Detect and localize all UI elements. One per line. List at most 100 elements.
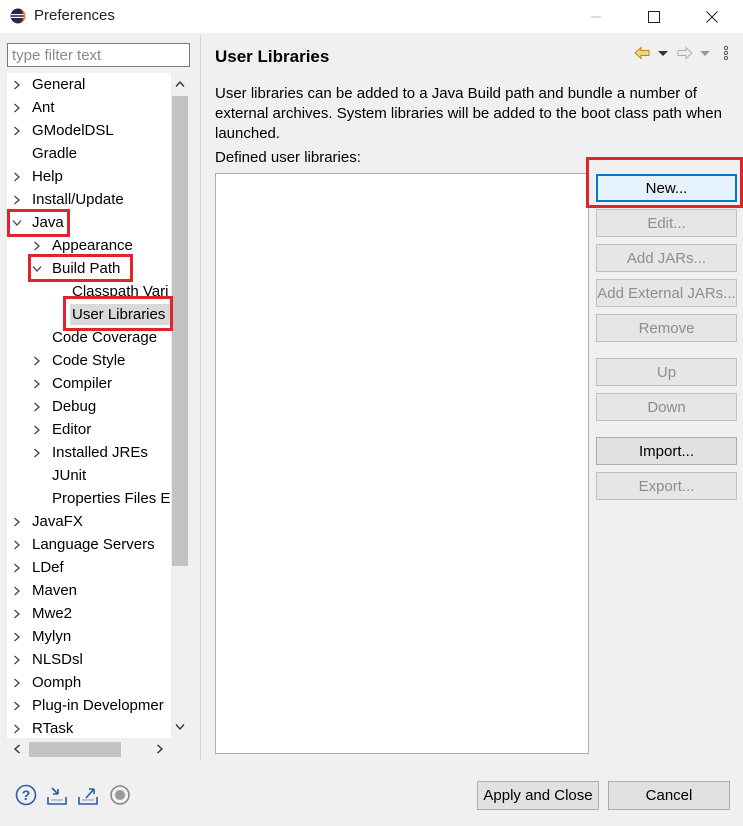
forward-arrow-icon[interactable] [676,44,694,62]
chevron-right-icon[interactable] [10,510,24,533]
export-button[interactable]: Export... [596,472,737,500]
chevron-down-icon[interactable] [30,257,44,280]
scroll-down-button[interactable] [171,716,189,738]
tree-item-label: Properties Files Ec [52,490,171,507]
chevron-right-icon[interactable] [10,648,24,671]
down-button[interactable]: Down [596,393,737,421]
tree-item-label: RTask [32,720,74,737]
tree-item[interactable]: Code Style [7,349,171,372]
scroll-up-button[interactable] [171,73,189,95]
tree-item[interactable]: Code Coverage [7,326,171,349]
tree-item[interactable]: Language Servers [7,533,171,556]
close-button[interactable] [689,0,735,33]
chevron-right-icon[interactable] [10,694,24,717]
tree-item[interactable]: Java [7,211,171,234]
chevron-right-icon[interactable] [10,165,24,188]
new-button[interactable]: New... [596,174,737,202]
import-preferences-icon[interactable] [46,784,68,806]
user-libraries-list[interactable] [215,173,589,754]
help-icon[interactable]: ? [15,784,37,806]
tree-item[interactable]: Ant [7,96,171,119]
vertical-scroll-thumb[interactable] [172,96,188,566]
tree-item[interactable]: General [7,73,171,96]
tree-item[interactable]: Install/Update [7,188,171,211]
chevron-right-icon[interactable] [10,602,24,625]
back-menu-dropdown-icon[interactable] [656,44,670,62]
chevron-right-icon[interactable] [30,441,44,464]
tree-item[interactable]: LDef [7,556,171,579]
record-icon[interactable] [109,784,131,806]
chevron-right-icon[interactable] [10,119,24,142]
tree-item[interactable]: GModelDSL [7,119,171,142]
filter-input[interactable] [7,43,190,67]
tree-item[interactable]: Maven [7,579,171,602]
chevron-right-icon[interactable] [10,533,24,556]
tree-item-label: Maven [32,582,78,599]
chevron-right-icon[interactable] [30,418,44,441]
chevron-right-icon[interactable] [10,625,24,648]
tree-item-label: Compiler [52,375,113,392]
edit-button[interactable]: Edit... [596,209,737,237]
chevron-right-icon[interactable] [10,671,24,694]
tree-item[interactable]: Classpath Vari [7,280,171,303]
tree-item[interactable]: RTask [7,717,171,738]
chevron-right-icon[interactable] [30,395,44,418]
pane-divider[interactable] [200,35,201,760]
horizontal-scroll-thumb[interactable] [29,742,121,757]
view-menu-icon[interactable] [719,44,733,62]
tree-item[interactable]: Editor [7,418,171,441]
tree-item[interactable]: NLSDsl [7,648,171,671]
preference-tree[interactable]: General Ant GModelDSL Gradle Help Install/Upd… [7,73,171,738]
add-external-jars-button[interactable]: Add External JARs... [596,279,737,307]
chevron-right-icon[interactable] [10,556,24,579]
chevron-right-icon[interactable] [10,96,24,119]
scroll-right-button[interactable] [150,738,170,760]
remove-button[interactable]: Remove [596,314,737,342]
tree-item-label: Gradle [32,145,78,162]
tree-item[interactable]: Appearance [7,234,171,257]
tree-item[interactable]: Debug [7,395,171,418]
svg-text:?: ? [22,787,31,803]
tree-item-label: Build Path [52,260,121,277]
tree-item[interactable]: Oomph [7,671,171,694]
tree-item[interactable]: Gradle [7,142,171,165]
tree-item-label: Installed JREs [52,444,148,461]
tree-item-label: General [32,76,86,93]
scroll-left-button[interactable] [7,738,27,760]
chevron-down-icon[interactable] [10,211,24,234]
chevron-right-icon[interactable] [10,579,24,602]
cancel-button[interactable]: Cancel [608,781,730,810]
chevron-right-icon[interactable] [30,372,44,395]
chevron-right-icon[interactable] [10,717,24,738]
tree-item[interactable]: Plug-in Developmer [7,694,171,717]
import-button[interactable]: Import... [596,437,737,465]
tree-item[interactable]: User Libraries [7,303,171,326]
chevron-right-icon[interactable] [10,188,24,211]
tree-item[interactable]: Installed JREs [7,441,171,464]
tree-item[interactable]: Properties Files Ec [7,487,171,510]
tree-item[interactable]: Help [7,165,171,188]
up-button[interactable]: Up [596,358,737,386]
chevron-right-icon[interactable] [30,349,44,372]
export-preferences-icon[interactable] [77,784,99,806]
maximize-button[interactable] [631,0,677,33]
tree-item[interactable]: Build Path [7,257,171,280]
tree-item-label: Code Coverage [52,329,158,346]
tree-item-label: Oomph [32,674,82,691]
tree-item-label: Mwe2 [32,605,73,622]
tree-item[interactable]: Compiler [7,372,171,395]
tree-item-label: Install/Update [32,191,124,208]
back-arrow-icon[interactable] [633,44,651,62]
chevron-right-icon[interactable] [10,73,24,96]
apply-and-close-button[interactable]: Apply and Close [477,781,599,810]
tree-item[interactable]: Mwe2 [7,602,171,625]
add-jars-button[interactable]: Add JARs... [596,244,737,272]
tree-item-label: Language Servers [32,536,155,553]
minimize-button[interactable] [573,0,619,33]
eclipse-icon [10,8,26,24]
tree-item[interactable]: JavaFX [7,510,171,533]
tree-item[interactable]: Mylyn [7,625,171,648]
forward-menu-dropdown-icon[interactable] [698,44,712,62]
chevron-right-icon[interactable] [30,234,44,257]
tree-item[interactable]: JUnit [7,464,171,487]
